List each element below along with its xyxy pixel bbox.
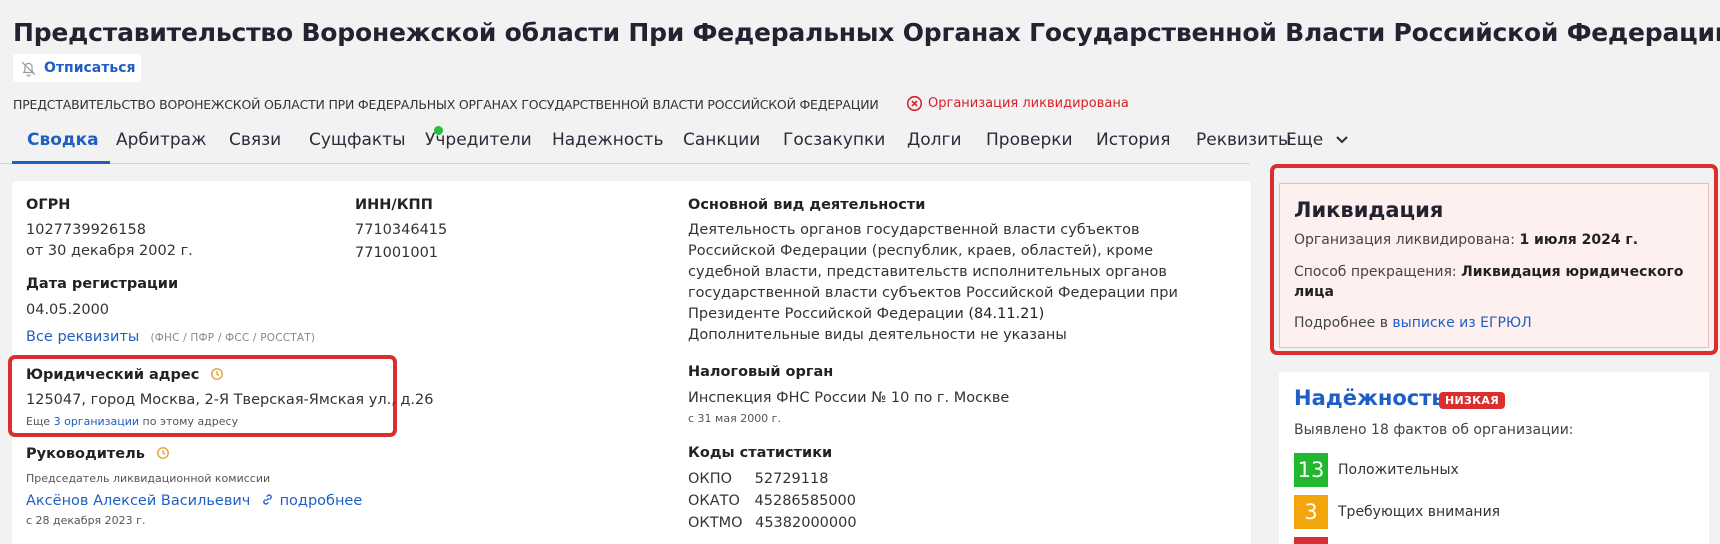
reliability-summary: Выявлено 18 фактов об организации: xyxy=(1294,422,1574,438)
unsubscribe-button[interactable]: Отписаться xyxy=(13,54,141,82)
tab-material-facts[interactable]: Сущфакты xyxy=(309,130,406,150)
tab-sanctions[interactable]: Санкции xyxy=(683,130,760,150)
tab-requisites[interactable]: Реквизиты xyxy=(1196,130,1291,150)
active-tab-indicator xyxy=(12,161,110,164)
address-organizations-link[interactable]: 3 организации xyxy=(54,415,139,428)
tab-more-label: Еще xyxy=(1286,130,1324,150)
tab-more[interactable]: Еще xyxy=(1286,130,1349,150)
legal-address-value: 125047, город Москва, 2-Я Тверская-Ямска… xyxy=(26,392,434,408)
all-requisites-link[interactable]: Все реквизиты xyxy=(26,329,139,345)
head-label: Руководитель xyxy=(26,446,170,462)
bell-off-icon xyxy=(21,61,36,77)
reliability-card: Надёжность НИЗКАЯ Выявлено 18 фактов об … xyxy=(1279,372,1709,544)
ogrn-value: 1027739926158 xyxy=(26,222,146,238)
stat-codes-label: Коды статистики xyxy=(688,445,833,461)
requisites-row: Все реквизиты (ФНС / ПФР / ФСС / РОССТАТ… xyxy=(26,326,315,345)
unsubscribe-label: Отписаться xyxy=(44,60,136,76)
activity-code: (84.11.21) xyxy=(968,306,1045,322)
kpp-value: 771001001 xyxy=(355,245,439,261)
fact-count: 3 xyxy=(1294,495,1328,529)
main-activity-label: Основной вид деятельности xyxy=(688,197,926,213)
main-activity-line-3: судебной власти, представительств исполн… xyxy=(688,264,1167,280)
stat-code-oktmo: ОКТМО 45382000000 xyxy=(688,515,857,531)
tax-authority-value: Инспекция ФНС России № 10 по г. Москве xyxy=(688,390,1010,406)
tab-inspections[interactable]: Проверки xyxy=(986,130,1073,150)
reliability-title-link[interactable]: Надёжность xyxy=(1294,386,1445,410)
registration-date-value: 04.05.2000 xyxy=(26,302,110,318)
legal-address-label-text: Юридический адрес xyxy=(26,367,200,383)
tab-summary[interactable]: Сводка xyxy=(27,130,99,150)
head-name-link[interactable]: Аксёнов Алексей Васильевич xyxy=(26,493,250,509)
close-circle-icon xyxy=(906,95,923,112)
reliability-level-badge: НИЗКАЯ xyxy=(1439,392,1506,409)
address-more-prefix: Еще xyxy=(26,415,51,428)
clock-icon[interactable] xyxy=(210,367,224,381)
head-label-text: Руководитель xyxy=(26,446,145,462)
tax-authority-date: с 31 мая 2000 г. xyxy=(688,412,781,425)
full-legal-name: ПРЕДСТАВИТЕЛЬСТВО ВОРОНЕЖСКОЙ ОБЛАСТИ ПР… xyxy=(13,97,879,112)
page-title: Представительство Воронежской области Пр… xyxy=(13,18,1720,47)
main-activity-line-5: Президенте Российской Федерации (84.11.2… xyxy=(688,306,1044,322)
ogrn-label: ОГРН xyxy=(26,197,71,213)
legal-address-label: Юридический адрес xyxy=(26,367,224,383)
tab-history[interactable]: История xyxy=(1096,130,1170,150)
address-more-row: Еще 3 организации по этому адресу xyxy=(26,415,238,428)
tab-procurement[interactable]: Госзакупки xyxy=(783,130,885,150)
main-activity-line-1: Деятельность органов государственной вла… xyxy=(688,222,1140,238)
main-activity-line-4: государственной власти субъектов Российс… xyxy=(688,285,1178,301)
stat-code-value: 52729118 xyxy=(754,471,829,487)
fact-row-positive[interactable]: 13 Положительных xyxy=(1294,453,1459,487)
ogrn-date: от 30 декабря 2002 г. xyxy=(26,243,193,259)
chevron-down-icon xyxy=(1335,136,1348,144)
additional-activities: Дополнительные виды деятельности не указ… xyxy=(688,327,1067,343)
head-position: Председатель ликвидационной комиссии xyxy=(26,472,271,485)
tab-bar: Сводка Арбитраж Связи Сущфакты Учредител… xyxy=(0,120,1348,164)
stat-code-name: ОКПО xyxy=(688,471,733,487)
tab-debts[interactable]: Долги xyxy=(907,130,962,150)
inn-kpp-label: ИНН/КПП xyxy=(355,197,433,213)
new-facts-dot xyxy=(434,126,443,135)
address-more-suffix: по этому адресу xyxy=(142,415,239,428)
stat-code-value: 45286585000 xyxy=(754,493,856,509)
status-badge: Организация ликвидирована xyxy=(906,95,1129,112)
stat-code-okpo: ОКПО 52729118 xyxy=(688,471,828,487)
stat-code-name: ОКТМО xyxy=(688,515,743,531)
fact-label: Положительных xyxy=(1338,462,1459,478)
fact-row-negative-partial xyxy=(1294,537,1328,544)
registration-date-label: Дата регистрации xyxy=(26,276,179,292)
requisites-sources: (ФНС / ПФР / ФСС / РОССТАТ) xyxy=(150,332,316,344)
link-icon xyxy=(263,494,273,505)
tab-arbitration[interactable]: Арбитраж xyxy=(116,130,206,150)
clock-icon[interactable] xyxy=(156,446,170,460)
inn-value: 7710346415 xyxy=(355,222,448,238)
tax-authority-label: Налоговый орган xyxy=(688,364,834,380)
head-date: с 28 декабря 2023 г. xyxy=(26,514,146,527)
fact-row-attention[interactable]: 3 Требующих внимания xyxy=(1294,495,1500,529)
tab-reliability[interactable]: Надежность xyxy=(552,130,664,150)
head-name-row: Аксёнов Алексей Васильевич подробнее xyxy=(26,490,362,509)
stat-code-okato: ОКАТО 45286585000 xyxy=(688,493,856,509)
liquidation-highlight xyxy=(1270,164,1718,355)
main-activity-line-5-text: Президенте Российской Федерации xyxy=(688,306,964,322)
tab-connections[interactable]: Связи xyxy=(229,130,281,150)
fact-count: 13 xyxy=(1294,453,1328,487)
main-activity-line-2: Российской Федерации (республик, краев, … xyxy=(688,243,1154,259)
stat-code-name: ОКАТО xyxy=(688,493,740,509)
fact-label: Требующих внимания xyxy=(1338,504,1501,520)
status-badge-label: Организация ликвидирована xyxy=(928,96,1129,111)
stat-code-value: 45382000000 xyxy=(755,515,857,531)
head-more-link[interactable]: подробнее xyxy=(280,493,363,509)
